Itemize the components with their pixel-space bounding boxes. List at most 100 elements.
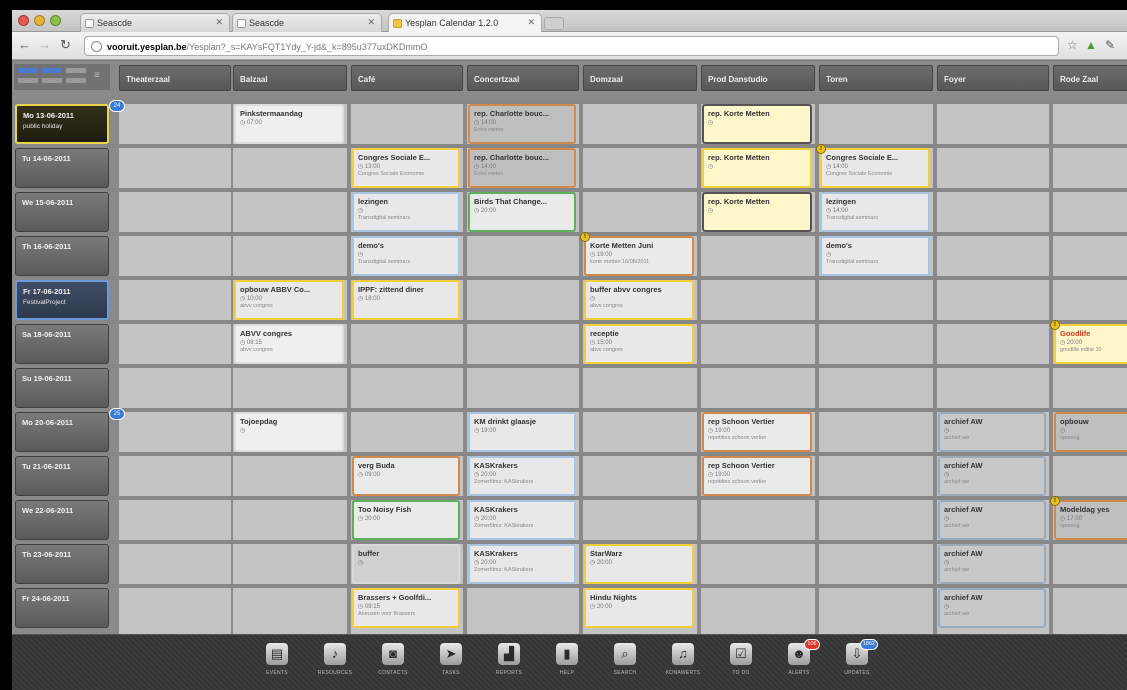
toolbar-button-alerts[interactable]: ☻ ALERTS 106 [774,639,824,687]
event-block[interactable]: IPPF: zittend diner18:00 [352,280,460,320]
event-block[interactable]: StarWarz20:00 [584,544,694,584]
new-tab-button[interactable] [544,17,564,30]
event-block[interactable]: opbouw opening [1054,412,1127,452]
event-block[interactable]: rep. Korte Metten [702,192,812,232]
wrench-icon[interactable]: ✎ [1105,38,1115,52]
event-block[interactable]: lezingen Transdigital seminars [352,192,460,232]
column-header[interactable]: Theaterzaal [119,65,231,91]
toolbar-button-reports[interactable]: ▟ REPORTS [484,643,534,687]
day-header[interactable]: Tu 14-06-2011 [15,148,109,188]
event-block[interactable]: rep. Charlotte bouc...14:00Echo meten [468,104,576,144]
close-tab-icon[interactable]: ✕ [527,17,535,28]
event-block[interactable]: demo's Transdigital seminars [820,236,930,276]
event-title: demo's [358,241,384,250]
zoom-window-button[interactable] [50,15,61,26]
view-mode-button[interactable] [66,68,86,73]
column-header[interactable]: Concertzaal [467,65,579,91]
reload-icon[interactable]: ↻ [60,38,71,52]
event-block[interactable]: buffer abvv congres abvv congres [584,280,694,320]
event-block[interactable]: demo's Transdigital seminars [352,236,460,276]
day-header[interactable]: Fr 17-06-2011 FestivalProject [15,280,109,320]
event-block[interactable]: archief AW archief aw [938,500,1046,540]
event-block[interactable]: KASKrakers20:00Zomerfilms: KASkrakers [468,500,576,540]
view-mode-button[interactable] [42,68,62,73]
event-block[interactable]: Tojoepdag [234,412,344,452]
toolbar-button-to-do[interactable]: ☑ TO DO [716,643,766,687]
settings-icon[interactable]: ≡ [94,70,100,81]
toolbar-button-tasks[interactable]: ➤ TASKS [426,643,476,687]
event-block[interactable]: KM drinkt glaasje19:00 [468,412,576,452]
event-block[interactable]: archief AW archief aw [938,412,1046,452]
toolbar-button-search[interactable]: ⌕ SEARCH [600,643,650,687]
event-block[interactable]: rep Schoon Vertier19:00repetities schoon… [702,456,812,496]
address-bar[interactable]: vooruit.yesplan.be/Yesplan?_s=KAYsFQT1Yd… [84,36,1059,56]
view-mode-button[interactable] [18,78,38,83]
view-mode-button[interactable] [66,78,86,83]
event-block[interactable]: archief AW archief aw [938,588,1046,628]
event-title: archief AW [944,593,983,602]
forward-arrow-icon[interactable]: → [38,38,51,52]
close-window-button[interactable] [18,15,29,26]
event-block[interactable]: Brassers + Goolfdi...09:15Aneusen voor B… [352,588,460,628]
day-header[interactable]: We 15-06-2011 [15,192,109,232]
day-header[interactable]: Mo 13-06-2011 public holiday [15,104,109,144]
column-header[interactable]: Balzaal [233,65,347,91]
close-tab-icon[interactable]: ✕ [367,17,375,28]
event-block[interactable]: verg Buda09:00 [352,456,460,496]
browser-tab[interactable]: Seascde ✕ [232,13,382,32]
back-arrow-icon[interactable]: ← [18,38,31,52]
event-block[interactable]: rep. Charlotte bouc...14:00Echo meten [468,148,576,188]
column-header[interactable]: Toren [819,65,933,91]
browser-tab[interactable]: Seascde ✕ [80,13,230,32]
view-mode-button[interactable] [42,78,62,83]
toolbar-button-resources[interactable]: ♪ RESOURCES [310,643,360,687]
event-block[interactable]: KASKrakers20:00Zomerfilms: KASkrakers [468,544,576,584]
event-note: archief aw [944,479,970,485]
event-block[interactable]: ABVV congres08:15abvv congres [234,324,344,364]
event-block[interactable]: Korte Metten Juni19:00korte metten 16/06… [584,236,694,276]
event-block[interactable]: archief AW archief aw [938,456,1046,496]
browser-tab-active[interactable]: Yesplan Calendar 1.2.0 ✕ [388,13,542,32]
toolbar-button-events[interactable]: ▤ EVENTS [252,643,302,687]
event-block[interactable]: rep. Korte Metten [702,104,812,144]
minimize-window-button[interactable] [34,15,45,26]
toolbar-button-updates[interactable]: ⇩ UPDATES 1862 [832,639,882,687]
event-block[interactable]: receptie15:00abvv congres [584,324,694,364]
day-header[interactable]: Fr 24-06-2011 [15,588,109,628]
day-header[interactable]: We 22-06-2011 [15,500,109,540]
event-block[interactable]: KASKrakers20:00Zomerfilms: KASkrakers [468,456,576,496]
event-block[interactable]: lezingen14:00Transdigital seminars [820,192,930,232]
event-block[interactable]: opbouw ABBV Co...10:00abvv congres [234,280,344,320]
event-block[interactable]: Too Noisy Fish20:00 [352,500,460,540]
day-header[interactable]: Tu 21-06-2011 [15,456,109,496]
toolbar-button-help[interactable]: ▮ HELP [542,643,592,687]
day-header[interactable]: Th 23-06-2011 [15,544,109,584]
column-header[interactable]: Café [351,65,463,91]
extension-icon[interactable]: ▲ [1085,38,1097,52]
bookmark-star-icon[interactable]: ☆ [1067,38,1078,52]
day-header[interactable]: Sa 18-06-2011 [15,324,109,364]
event-block[interactable]: rep Schoon Vertier19:00repetities schoon… [702,412,812,452]
event-block[interactable]: Congres Sociale E...14:00Congres Sociale… [820,148,930,188]
event-block[interactable]: Congres Sociale E...13:00Congres Sociale… [352,148,460,188]
event-block[interactable]: Pinkstermaandag07:00 [234,104,344,144]
event-block[interactable]: buffer [352,544,460,584]
event-block[interactable]: Modeldag yes17:00opening [1054,500,1127,540]
event-block[interactable]: archief AW archief aw [938,544,1046,584]
column-header[interactable]: Domzaal [583,65,697,91]
view-mode-button[interactable] [18,68,38,73]
close-tab-icon[interactable]: ✕ [215,17,223,28]
event-block[interactable]: Goodlife20:00goodlife editie 10 [1054,324,1127,364]
column-header[interactable]: Foyer [937,65,1049,91]
toolbar-button-contacts[interactable]: ◙ CONTACTS [368,643,418,687]
event-block[interactable]: rep. Korte Metten [702,148,812,188]
column-header[interactable]: Rode Zaal [1053,65,1127,91]
event-block[interactable]: Birds That Change...20:00 [468,192,576,232]
week-number-badge: 24 [109,100,125,112]
day-header[interactable]: Su 19-06-2011 [15,368,109,408]
day-header[interactable]: Mo 20-06-2011 [15,412,109,452]
event-block[interactable]: Hindu Nights20:00 [584,588,694,628]
toolbar-button-konawerts[interactable]: ♫ KONAWERTS [658,643,708,687]
column-header[interactable]: Prod Danstudio [701,65,815,91]
day-header[interactable]: Th 16-06-2011 [15,236,109,276]
